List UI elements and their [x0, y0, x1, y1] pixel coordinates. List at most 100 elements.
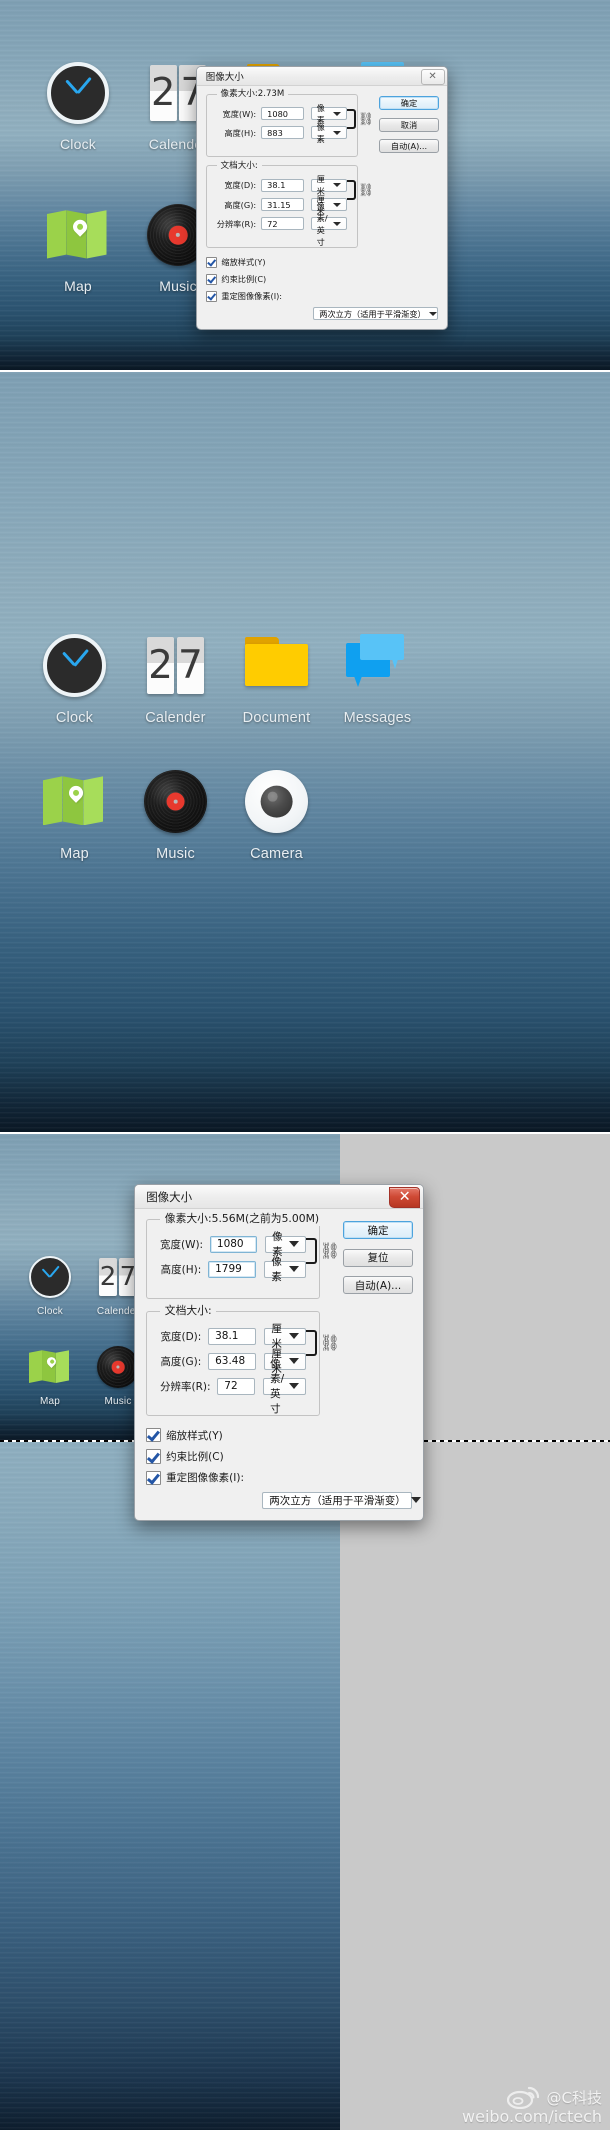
- map-pin-icon: [29, 1346, 71, 1388]
- chevron-down-icon: [332, 202, 341, 207]
- resample-image-label: 重定图像像素(I):: [166, 1472, 244, 1485]
- desktop-icon-map[interactable]: Map: [28, 204, 128, 294]
- pixel-height-unit-select[interactable]: 像素: [310, 122, 347, 144]
- dialog-titlebar[interactable]: 图像大小 ✕: [135, 1185, 423, 1209]
- desktop-icon-label: Clock: [59, 136, 96, 152]
- doc-resolution-row: 分辨率(R): 72 像素/英寸: [217, 201, 347, 247]
- desktop-icon-label: Document: [242, 710, 311, 726]
- calendar-day-tens: 2: [99, 1258, 118, 1296]
- dialog-titlebar[interactable]: 图像大小 ✕: [197, 67, 447, 86]
- constrain-proportions-checkbox[interactable]: 约束比例(C): [205, 273, 439, 285]
- dialog-body: 像素大小:5.56M(之前为5.00M) 宽度(W): 1080 像素 高度(H…: [135, 1209, 423, 1520]
- doc-height-row: 高度(G): 63.48 厘米: [160, 1348, 307, 1375]
- doc-height-label: 高度(G):: [224, 199, 257, 210]
- chevron-down-icon: [332, 221, 341, 226]
- auto-button[interactable]: 自动(A)...: [379, 139, 439, 153]
- doc-height-input[interactable]: 31.15: [261, 198, 305, 211]
- desktop-icon-label: Map: [39, 1396, 61, 1407]
- chevron-down-icon: [410, 1497, 421, 1504]
- chain-link-icon: ⛓: [319, 1241, 341, 1261]
- desktop-icon-camera[interactable]: Camera: [226, 770, 327, 862]
- constrain-proportions-checkbox[interactable]: 约束比例(C): [146, 1449, 412, 1464]
- doc-constrain-link: ⛓: [347, 180, 374, 201]
- pixel-constrain-link: ⛓: [347, 108, 374, 129]
- vinyl-record-icon: [97, 1346, 139, 1388]
- pixel-height-input[interactable]: 883: [261, 126, 305, 140]
- dialog-button-column: 确定 取消 自动(A)...: [379, 96, 439, 153]
- folder-icon: [245, 634, 308, 697]
- doc-resolution-unit-select[interactable]: 像素/英寸: [262, 1358, 307, 1415]
- pixel-width-input[interactable]: 1080: [209, 1235, 257, 1253]
- close-icon[interactable]: ✕: [420, 68, 445, 85]
- desktop-icon-messages[interactable]: Messages: [327, 634, 428, 726]
- pixel-constrain-link: ⛓: [306, 1237, 341, 1264]
- desktop-icon-label: Messages: [343, 710, 412, 726]
- desktop-icon-map[interactable]: Map: [16, 1346, 84, 1407]
- desktop-icon-label: Clock: [55, 710, 94, 726]
- doc-resolution-input[interactable]: 72: [216, 1377, 255, 1395]
- pixel-dimensions-legend: 像素大小:2.73M: [216, 87, 289, 99]
- ok-button[interactable]: 确定: [379, 96, 439, 110]
- clock-icon: [47, 62, 109, 124]
- desktop-icon-label: Clock: [36, 1306, 63, 1317]
- cancel-button[interactable]: 取消: [379, 117, 439, 132]
- desktop-icon-label: Calender: [96, 1306, 140, 1317]
- desktop-icon-calender[interactable]: 2 7 Calender: [125, 634, 226, 726]
- desktop-icon-clock[interactable]: Clock: [16, 1256, 84, 1317]
- desktop-icon-label: Music: [159, 278, 197, 294]
- scale-styles-checkbox[interactable]: 缩放样式(Y): [205, 256, 439, 268]
- doc-resolution-unit-select[interactable]: 像素/英寸: [310, 201, 347, 247]
- constrain-proportions-label: 约束比例(C): [166, 1450, 224, 1463]
- chevron-down-icon: [332, 183, 341, 188]
- pixel-width-unit-select[interactable]: 像素: [264, 1231, 307, 1258]
- resample-image-checkbox[interactable]: 重定图像像素(I):: [146, 1470, 412, 1486]
- desktop-icon-document[interactable]: Document: [226, 634, 327, 726]
- resample-image-checkbox[interactable]: 重定图像像素(I):: [205, 290, 439, 302]
- pixel-height-unit-value: 像素: [271, 1256, 282, 1284]
- pixel-height-unit-select[interactable]: 像素: [263, 1256, 307, 1283]
- checkbox-icon: [205, 290, 217, 302]
- doc-height-label: 高度(G):: [160, 1355, 202, 1368]
- watermark: @C科技 weibo.com/ictech: [462, 2085, 602, 2126]
- pixel-height-label: 高度(H):: [160, 1263, 202, 1276]
- clock-icon: [43, 634, 106, 697]
- pixel-width-unit-select[interactable]: 像素: [310, 103, 347, 125]
- document-preview-lower: [0, 1442, 340, 2130]
- desktop-icon-clock[interactable]: Clock: [24, 634, 125, 726]
- pixel-height-input[interactable]: 1799: [207, 1260, 256, 1278]
- doc-height-input[interactable]: 63.48: [207, 1352, 256, 1370]
- chevron-down-icon: [332, 111, 341, 116]
- desktop-icon-clock[interactable]: Clock: [28, 62, 128, 152]
- desktop-icon-map[interactable]: Map: [24, 770, 125, 862]
- pixel-width-input[interactable]: 1080: [261, 107, 305, 120]
- chain-link-icon: ⛓: [357, 110, 374, 126]
- doc-resolution-input[interactable]: 72: [261, 217, 305, 231]
- checkbox-icon: [146, 1449, 161, 1464]
- ok-button[interactable]: 确定: [343, 1221, 413, 1239]
- doc-width-input[interactable]: 38.1: [207, 1327, 256, 1345]
- wallpaper-middle: [0, 372, 610, 1132]
- doc-resolution-label: 分辨率(R):: [159, 1380, 211, 1393]
- panel-canvas-extended: Clock 2 7 Calender Document Messages Map…: [0, 1134, 610, 2130]
- close-icon[interactable]: ✕: [389, 1187, 420, 1209]
- desktop-icon-music[interactable]: Music: [125, 770, 226, 862]
- desktop-icon-label: Music: [156, 846, 195, 862]
- doc-width-unit-select[interactable]: 厘米: [263, 1323, 307, 1350]
- resample-method-value: 两次立方（适用于平滑渐变）: [269, 1494, 406, 1507]
- doc-width-input[interactable]: 38.1: [261, 178, 305, 192]
- pixel-height-unit-value: 像素: [316, 121, 325, 144]
- desktop-icon-label: Camera: [250, 846, 303, 862]
- scale-styles-label: 缩放样式(Y): [166, 1429, 223, 1442]
- pixel-dimensions-group: 像素大小:2.73M 宽度(W): 1080 像素 高度(H): 883 像素: [205, 87, 374, 157]
- image-size-dialog-before[interactable]: 图像大小 ✕ 像素大小:2.73M 宽度(W): 1080 像素 高度(H): …: [196, 66, 448, 330]
- resample-method-select[interactable]: 两次立方（适用于平滑渐变）: [261, 1491, 421, 1509]
- doc-width-unit-select[interactable]: 厘米: [310, 174, 347, 196]
- panel-original-screenshot: Clock 2 7 Calender Document Messages Map…: [0, 0, 610, 370]
- checkbox-icon: [205, 256, 217, 268]
- image-size-dialog-after[interactable]: 图像大小 ✕ 像素大小:5.56M(之前为5.00M) 宽度(W): 1080 …: [134, 1184, 424, 1521]
- reset-button[interactable]: 复位: [343, 1248, 413, 1267]
- checkbox-icon: [205, 273, 217, 285]
- resample-method-select[interactable]: 两次立方（适用于平滑渐变）: [313, 307, 439, 321]
- scale-styles-checkbox[interactable]: 缩放样式(Y): [146, 1427, 412, 1443]
- auto-button[interactable]: 自动(A)...: [343, 1276, 413, 1295]
